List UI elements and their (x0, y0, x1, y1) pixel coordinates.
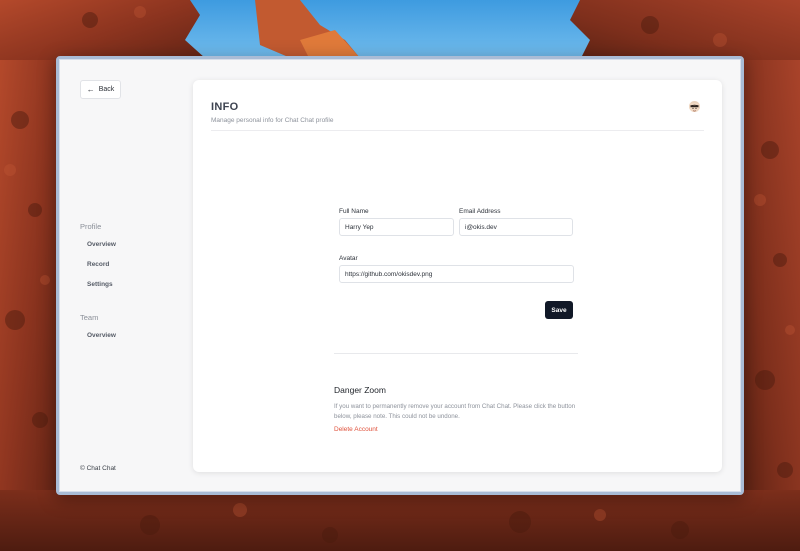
back-button-label: Back (98, 86, 115, 93)
back-button[interactable]: ← Back (80, 80, 121, 99)
app-window: ← Back Profile Overview Record Settings … (56, 56, 744, 495)
section-divider (334, 353, 578, 354)
email-input[interactable] (459, 218, 573, 236)
page-title: INFO (211, 101, 239, 113)
sidebar-item-settings[interactable]: Settings (87, 281, 113, 288)
profile-card: INFO Manage personal info for Chat Chat … (193, 80, 722, 472)
avatar-url-label: Avatar (339, 255, 358, 262)
sidebar-item-team-overview[interactable]: Overview (87, 332, 116, 339)
sidebar-item-record[interactable]: Record (87, 261, 109, 268)
danger-zone-title: Danger Zoom (334, 385, 386, 395)
sidebar-item-profile-overview[interactable]: Overview (87, 241, 116, 248)
full-name-label: Full Name (339, 208, 369, 215)
copyright-text: © Chat Chat (80, 465, 116, 472)
header-divider (211, 130, 704, 131)
sidebar-section-profile: Profile (80, 222, 102, 231)
avatar-url-input[interactable] (339, 265, 574, 283)
sidebar-section-team: Team (80, 313, 99, 322)
window-content: ← Back Profile Overview Record Settings … (59, 59, 741, 492)
danger-zone-description: If you want to permanently remove your a… (334, 403, 576, 420)
page-subtitle: Manage personal info for Chat Chat profi… (211, 117, 334, 124)
save-button[interactable]: Save (545, 301, 573, 319)
user-avatar[interactable] (689, 101, 700, 112)
email-label: Email Address (459, 208, 501, 215)
arrow-left-icon: ← (86, 84, 95, 94)
delete-account-link[interactable]: Delete Account (334, 426, 378, 433)
full-name-input[interactable] (339, 218, 454, 236)
